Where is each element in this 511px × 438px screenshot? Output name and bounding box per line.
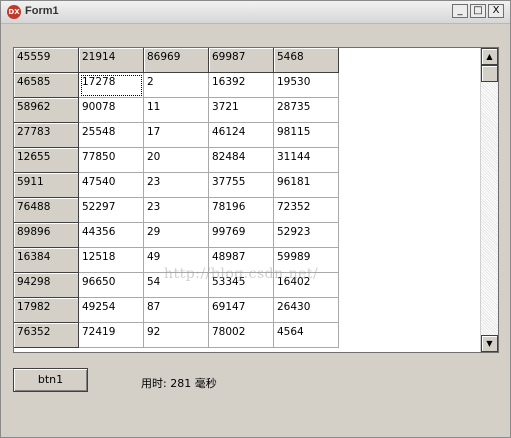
grid-cell[interactable]: 16392 bbox=[209, 73, 274, 98]
grid-cell[interactable]: 20 bbox=[144, 148, 209, 173]
grid-cell[interactable]: 52297 bbox=[79, 198, 144, 223]
grid-cell[interactable]: 69147 bbox=[209, 298, 274, 323]
window-controls: _ □ X bbox=[452, 4, 504, 18]
app-icon: DX bbox=[7, 5, 21, 19]
grid-header-cell: 69987 bbox=[209, 48, 274, 73]
grid-cell[interactable]: 82484 bbox=[209, 148, 274, 173]
grid-row: 12655 77850 20 82484 31144 bbox=[14, 148, 341, 173]
grid-cell[interactable]: 77850 bbox=[79, 148, 144, 173]
grid-cell[interactable]: 78196 bbox=[209, 198, 274, 223]
string-grid[interactable]: 45559 21914 86969 69987 5468 46585 17278 2 16392… bbox=[13, 47, 499, 353]
grid-row: 89896 44356 29 99769 52923 bbox=[14, 223, 341, 248]
grid-cell[interactable]: 72419 bbox=[79, 323, 144, 348]
grid-cell[interactable]: 46124 bbox=[209, 123, 274, 148]
title-bar[interactable]: DX Form1 _ □ X bbox=[1, 1, 510, 24]
grid-cell[interactable]: 26430 bbox=[274, 298, 339, 323]
grid-cell[interactable]: 2 bbox=[144, 73, 209, 98]
grid-header-cell: 21914 bbox=[79, 48, 144, 73]
vertical-scrollbar[interactable]: ▲ ▼ bbox=[480, 48, 498, 352]
grid-cell[interactable]: 78002 bbox=[209, 323, 274, 348]
btn1-button[interactable]: btn1 bbox=[13, 368, 88, 392]
grid-cell[interactable]: 96650 bbox=[79, 273, 144, 298]
main-window: DX Form1 _ □ X 45559 21914 86969 69987 5468 4… bbox=[0, 0, 511, 438]
grid-cell[interactable]: 49254 bbox=[79, 298, 144, 323]
grid-row-header-cell: 76352 bbox=[14, 323, 79, 348]
window-title: Form1 bbox=[25, 5, 59, 17]
grid-cell[interactable]: 3721 bbox=[209, 98, 274, 123]
grid-cell[interactable]: 23 bbox=[144, 198, 209, 223]
grid-row: 5911 47540 23 37755 96181 bbox=[14, 173, 341, 198]
watermark: http://blog.csdn.net/ bbox=[164, 266, 319, 282]
grid-cell[interactable]: 11 bbox=[144, 98, 209, 123]
minimize-button[interactable]: _ bbox=[452, 4, 468, 18]
grid-cell[interactable]: 72352 bbox=[274, 198, 339, 223]
grid-row-header-cell: 94298 bbox=[14, 273, 79, 298]
scroll-thumb[interactable] bbox=[481, 65, 498, 82]
grid-cell[interactable]: 98115 bbox=[274, 123, 339, 148]
grid-row: 58962 90078 11 3721 28735 bbox=[14, 98, 341, 123]
grid-cell[interactable]: 12518 bbox=[79, 248, 144, 273]
grid-row: 27783 25548 17 46124 98115 bbox=[14, 123, 341, 148]
grid-row-header-cell: 58962 bbox=[14, 98, 79, 123]
grid-row: 46585 17278 2 16392 19530 bbox=[14, 73, 341, 98]
grid-row-header-cell: 12655 bbox=[14, 148, 79, 173]
grid-cell[interactable]: 4564 bbox=[274, 323, 339, 348]
scroll-up-arrow-icon[interactable]: ▲ bbox=[481, 48, 498, 65]
grid-cell[interactable]: 23 bbox=[144, 173, 209, 198]
grid-row: 76352 72419 92 78002 4564 bbox=[14, 323, 341, 348]
grid-row: 76488 52297 23 78196 72352 bbox=[14, 198, 341, 223]
maximize-button[interactable]: □ bbox=[470, 4, 486, 18]
scroll-down-arrow-icon[interactable]: ▼ bbox=[481, 335, 498, 352]
grid-cell[interactable]: 96181 bbox=[274, 173, 339, 198]
grid-cell[interactable]: 19530 bbox=[274, 73, 339, 98]
grid-cell[interactable]: 90078 bbox=[79, 98, 144, 123]
grid-row-header-cell: 16384 bbox=[14, 248, 79, 273]
grid-row-header-cell: 17982 bbox=[14, 298, 79, 323]
grid-cell[interactable]: 28735 bbox=[274, 98, 339, 123]
grid-cell[interactable]: 92 bbox=[144, 323, 209, 348]
grid-rows: 45559 21914 86969 69987 5468 46585 17278 2 16392… bbox=[14, 48, 341, 348]
grid-header-row: 45559 21914 86969 69987 5468 bbox=[14, 48, 341, 73]
grid-cell[interactable]: 31144 bbox=[274, 148, 339, 173]
grid-cell[interactable]: 87 bbox=[144, 298, 209, 323]
timing-label: 用时: 281 毫秒 bbox=[141, 377, 217, 390]
grid-header-cell: 86969 bbox=[144, 48, 209, 73]
grid-cell[interactable]: 37755 bbox=[209, 173, 274, 198]
close-button[interactable]: X bbox=[488, 4, 504, 18]
grid-row-header-cell: 76488 bbox=[14, 198, 79, 223]
grid-cell[interactable]: 29 bbox=[144, 223, 209, 248]
grid-row: 17982 49254 87 69147 26430 bbox=[14, 298, 341, 323]
grid-cell[interactable]: 99769 bbox=[209, 223, 274, 248]
grid-cell[interactable]: 25548 bbox=[79, 123, 144, 148]
grid-header-cell: 45559 bbox=[14, 48, 79, 73]
grid-cell[interactable]: 17278 bbox=[79, 73, 144, 98]
grid-row-header-cell: 5911 bbox=[14, 173, 79, 198]
grid-cell[interactable]: 17 bbox=[144, 123, 209, 148]
grid-cell[interactable]: 52923 bbox=[274, 223, 339, 248]
grid-header-cell: 5468 bbox=[274, 48, 339, 73]
grid-cell[interactable]: 47540 bbox=[79, 173, 144, 198]
grid-row-header-cell: 46585 bbox=[14, 73, 79, 98]
grid-row-header-cell: 27783 bbox=[14, 123, 79, 148]
grid-row-header-cell: 89896 bbox=[14, 223, 79, 248]
grid-cell[interactable]: 44356 bbox=[79, 223, 144, 248]
